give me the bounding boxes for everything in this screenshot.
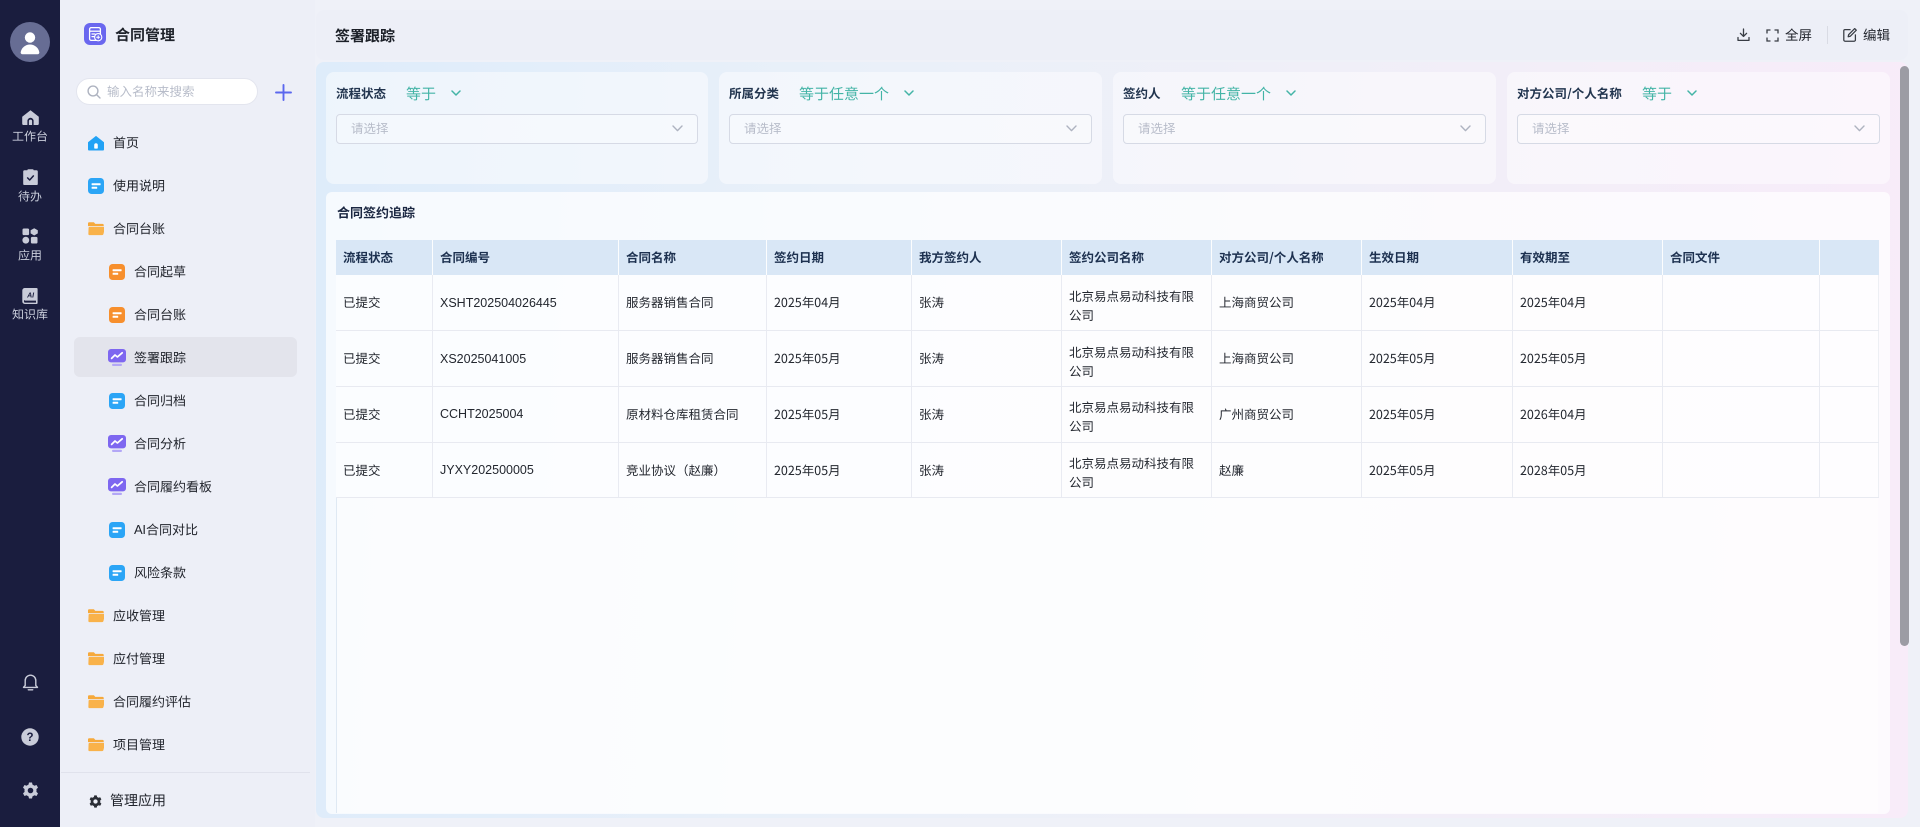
- svg-text:AI: AI: [26, 293, 35, 300]
- svg-text:?: ?: [26, 732, 33, 744]
